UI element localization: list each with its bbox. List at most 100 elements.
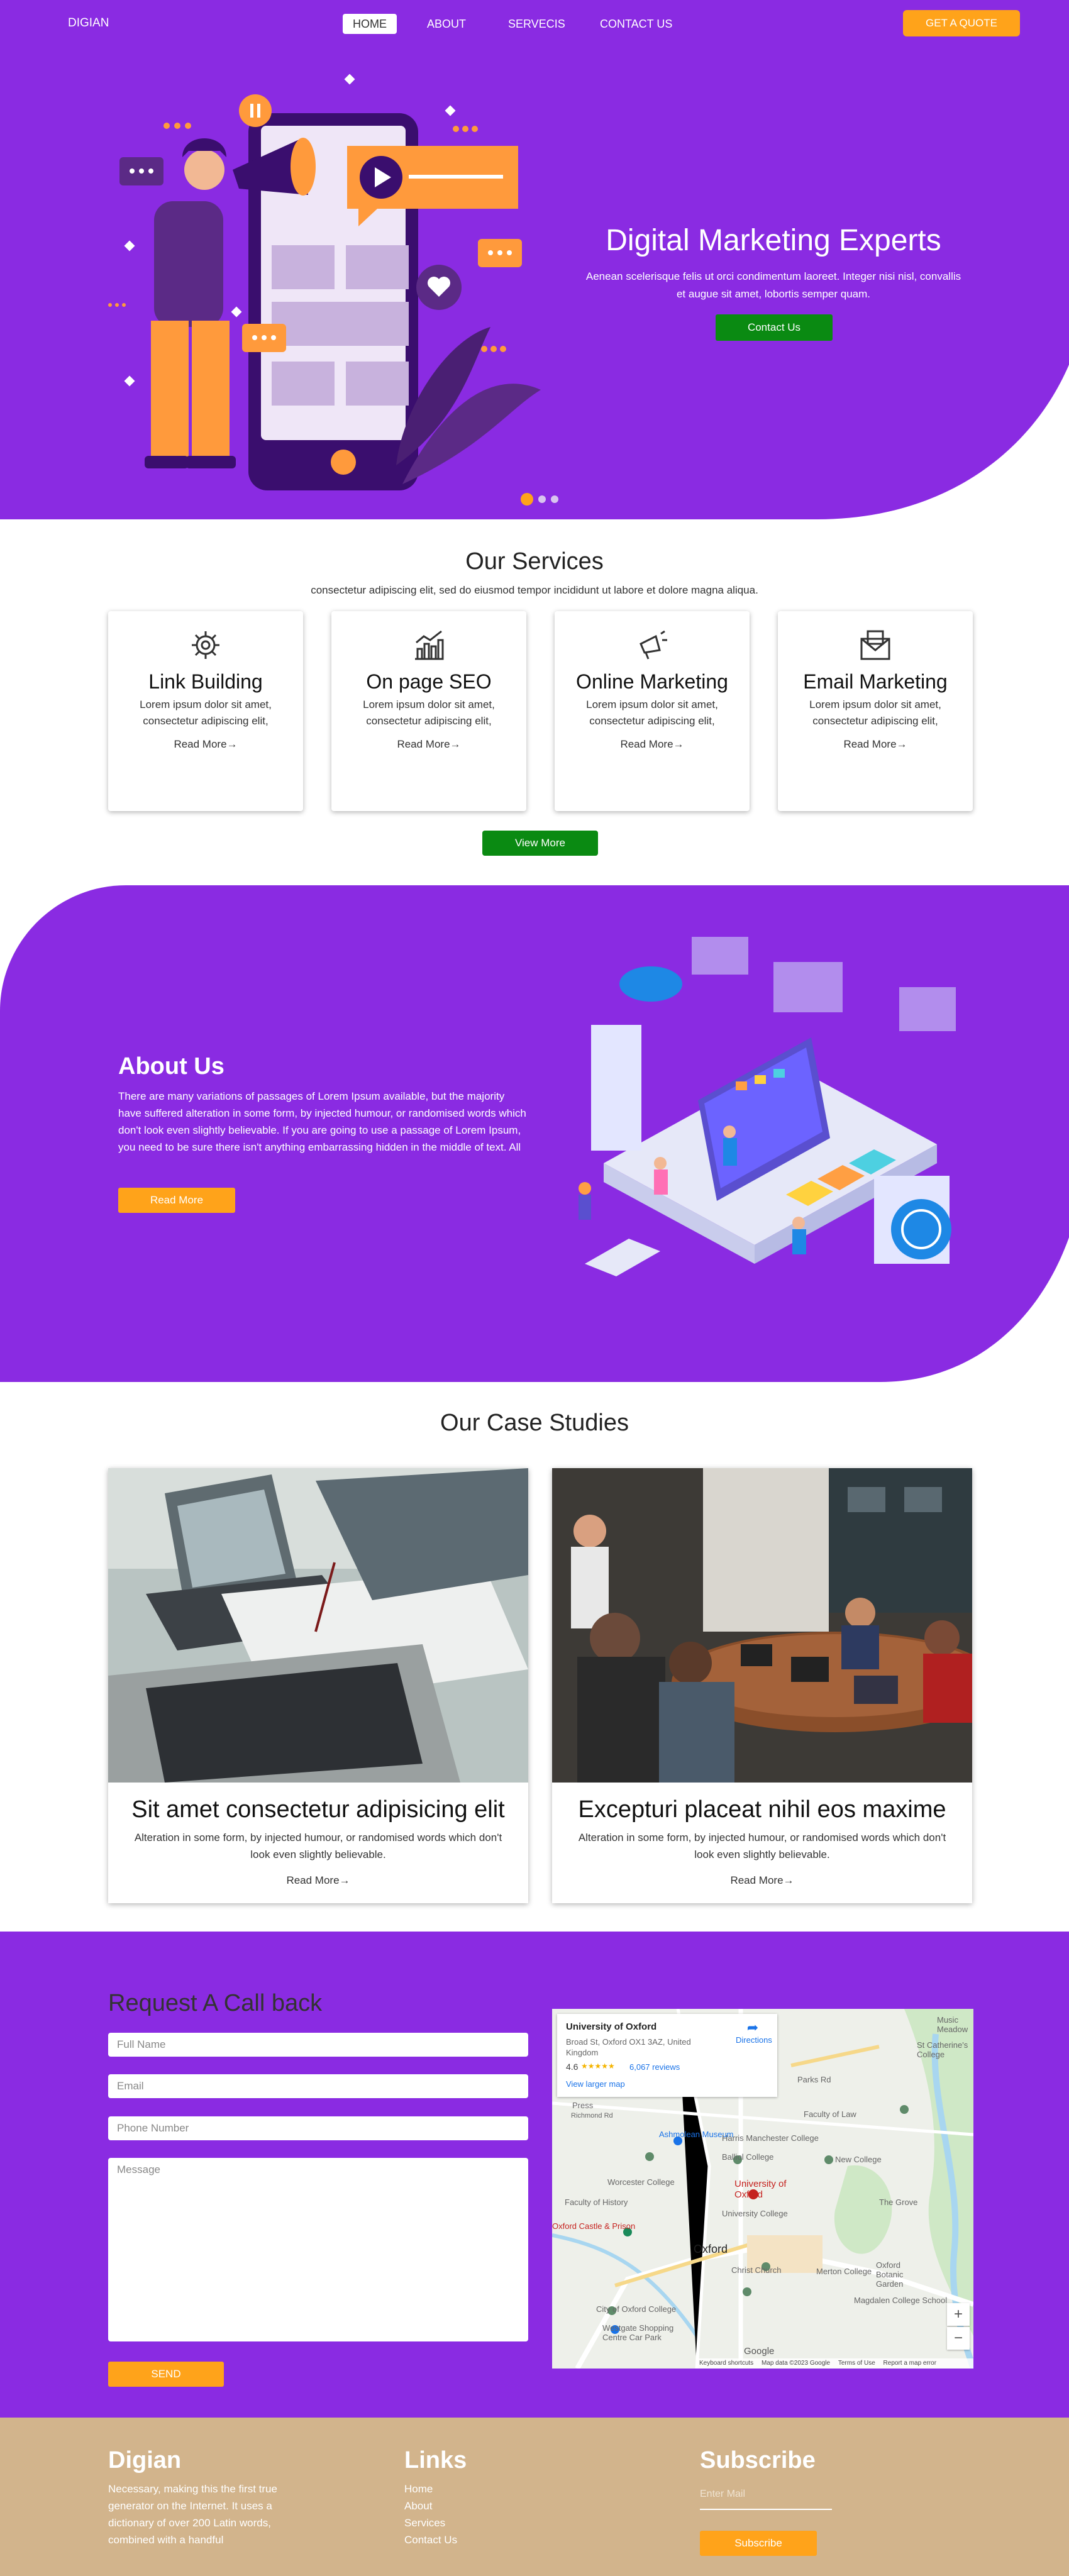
read-more-link[interactable]: Read More→ bbox=[555, 738, 750, 751]
map-label: Westgate Shopping Centre Car Park bbox=[602, 2323, 674, 2342]
service-card-email-marketing: Email Marketing Lorem ipsum dolor sit am… bbox=[778, 611, 973, 811]
case-study-text: Alteration in some form, by injected hum… bbox=[134, 1832, 502, 1860]
map-label: Faculty of Law bbox=[804, 2109, 856, 2119]
map-report-link[interactable]: Report a map error bbox=[883, 2360, 936, 2367]
footer-link-contact[interactable]: Contact Us bbox=[404, 2531, 457, 2548]
case-study-card-1: Sit amet consectetur adipisicing elit Al… bbox=[108, 1468, 528, 1903]
service-text: Lorem ipsum dolor sit amet, consectetur … bbox=[809, 699, 941, 727]
megaphone-icon bbox=[634, 627, 670, 663]
map-address: Broad St, Oxford OX1 3AZ, United Kingdom bbox=[566, 2037, 691, 2057]
phone-input[interactable]: Phone Number bbox=[108, 2116, 528, 2140]
case-study-title: Excepturi placeat nihil eos maxime bbox=[578, 1796, 946, 1823]
case-study-image-meeting bbox=[552, 1468, 972, 1783]
callback-title: Request A Call back bbox=[108, 1990, 323, 2016]
service-card-on-page-seo: On page SEO Lorem ipsum dolor sit amet, … bbox=[331, 611, 526, 811]
about-title: About Us bbox=[118, 1053, 224, 1080]
map-label: Magdalen College School bbox=[854, 2296, 948, 2305]
growth-chart-icon bbox=[411, 627, 446, 663]
map-footer: Keyboard shortcuts Map data ©2023 Google… bbox=[697, 2358, 973, 2369]
case-studies-title: Our Case Studies bbox=[440, 1410, 629, 1436]
service-title: Email Marketing bbox=[803, 670, 948, 693]
map-label: Balliol College bbox=[722, 2152, 774, 2162]
nav-contact[interactable]: CONTACT US bbox=[590, 14, 682, 34]
services-subtitle: consectetur adipiscing elit, sed do eius… bbox=[311, 584, 758, 596]
send-button[interactable]: SEND bbox=[108, 2362, 224, 2387]
message-textarea[interactable]: Message bbox=[108, 2158, 528, 2341]
nav-about[interactable]: ABOUT bbox=[417, 14, 476, 34]
map-label: City of Oxford College bbox=[596, 2304, 677, 2314]
map-label: Oxford Castle & Prison bbox=[552, 2221, 636, 2231]
map-reviews-link[interactable]: 6,067 reviews bbox=[629, 2062, 680, 2072]
map-info-card: University of Oxford Broad St, Oxford OX… bbox=[557, 2014, 777, 2097]
service-title: Online Marketing bbox=[576, 670, 728, 693]
directions-button[interactable]: ➦ Directions bbox=[736, 2020, 772, 2045]
read-more-link[interactable]: Read More→ bbox=[108, 1874, 528, 1887]
carousel-dot[interactable] bbox=[538, 495, 546, 503]
map-label: Oxford Botanic Garden bbox=[876, 2260, 904, 2289]
map-label: Richmond Rd bbox=[571, 2112, 613, 2120]
hero-illustration bbox=[108, 74, 541, 490]
directions-icon: ➦ bbox=[746, 2020, 759, 2035]
case-study-image-laptop-paperwork bbox=[108, 1468, 528, 1783]
footer-brand-text: Necessary, making this the first true ge… bbox=[108, 2483, 277, 2546]
service-title: On page SEO bbox=[366, 670, 492, 693]
nav-services[interactable]: SERVECIS bbox=[498, 14, 575, 34]
about-illustration bbox=[579, 937, 956, 1276]
hero-title: Digital Marketing Experts bbox=[606, 224, 941, 257]
full-name-input[interactable]: Full Name bbox=[108, 2033, 528, 2057]
map-label: Christ Church bbox=[731, 2265, 782, 2275]
about-read-more-button[interactable]: Read More bbox=[118, 1188, 235, 1213]
map-label: Harris Manchester College bbox=[722, 2133, 819, 2143]
embedded-map[interactable]: Ashmolean Museum Harris Manchester Colle… bbox=[552, 2009, 973, 2369]
map-label: Press bbox=[572, 2101, 594, 2110]
footer-brand: Digian bbox=[108, 2447, 182, 2474]
about-text: There are many variations of passages of… bbox=[118, 1090, 526, 1153]
read-more-link[interactable]: Read More→ bbox=[552, 1874, 972, 1887]
email-input[interactable]: Email bbox=[108, 2074, 528, 2098]
view-more-button[interactable]: View More bbox=[482, 831, 598, 856]
map-label: The Grove bbox=[879, 2197, 918, 2207]
case-study-card-2: Excepturi placeat nihil eos maxime Alter… bbox=[552, 1468, 972, 1903]
footer-link-about[interactable]: About bbox=[404, 2497, 432, 2514]
footer-link-home[interactable]: Home bbox=[404, 2480, 433, 2497]
google-logo: Google bbox=[744, 2346, 775, 2357]
map-place-name: University of Oxford bbox=[566, 2021, 657, 2032]
network-gear-icon bbox=[188, 627, 223, 663]
envelope-icon bbox=[858, 627, 893, 663]
carousel-dot-active[interactable] bbox=[521, 493, 533, 506]
service-card-link-building: Link Building Lorem ipsum dolor sit amet… bbox=[108, 611, 303, 811]
footer-subscribe-title: Subscribe bbox=[700, 2447, 816, 2474]
map-label: Oxford bbox=[694, 2243, 728, 2255]
read-more-link[interactable]: Read More→ bbox=[108, 738, 303, 751]
brand-logo[interactable]: DIGIAN bbox=[68, 16, 109, 30]
contact-us-button[interactable]: Contact Us bbox=[716, 314, 833, 341]
case-study-text: Alteration in some form, by injected hum… bbox=[578, 1832, 946, 1860]
map-rating: 4.6 bbox=[566, 2062, 579, 2072]
map-label: Music Meadow bbox=[937, 2015, 968, 2034]
map-zoom-in-button[interactable]: + bbox=[947, 2303, 970, 2326]
map-label: New College bbox=[835, 2155, 882, 2164]
map-data-credit: Map data ©2023 Google bbox=[761, 2360, 831, 2367]
carousel-dot[interactable] bbox=[551, 495, 558, 503]
map-label: University of Oxford bbox=[734, 2179, 787, 2200]
service-title: Link Building bbox=[148, 670, 263, 693]
get-quote-button[interactable]: GET A QUOTE bbox=[903, 10, 1020, 36]
footer-links-title: Links bbox=[404, 2447, 467, 2474]
service-text: Lorem ipsum dolor sit amet, consectetur … bbox=[586, 699, 718, 727]
read-more-link[interactable]: Read More→ bbox=[331, 738, 526, 751]
case-study-title: Sit amet consectetur adipisicing elit bbox=[131, 1796, 505, 1823]
nav-home[interactable]: HOME bbox=[343, 14, 397, 34]
subscribe-button[interactable]: Subscribe bbox=[700, 2531, 817, 2556]
map-zoom-out-button[interactable]: − bbox=[947, 2327, 970, 2350]
map-keyboard-shortcuts[interactable]: Keyboard shortcuts bbox=[699, 2360, 753, 2367]
map-terms-link[interactable]: Terms of Use bbox=[838, 2360, 875, 2367]
map-stars: ★★★★★ bbox=[581, 2062, 615, 2070]
view-larger-map-link[interactable]: View larger map bbox=[566, 2079, 625, 2089]
subscribe-email-input[interactable]: Enter Mail bbox=[700, 2489, 832, 2510]
map-label: University College bbox=[722, 2209, 788, 2218]
service-card-online-marketing: Online Marketing Lorem ipsum dolor sit a… bbox=[555, 611, 750, 811]
read-more-link[interactable]: Read More→ bbox=[778, 738, 973, 751]
services-title: Our Services bbox=[465, 548, 604, 575]
service-text: Lorem ipsum dolor sit amet, consectetur … bbox=[140, 699, 272, 727]
footer-link-services[interactable]: Services bbox=[404, 2514, 445, 2531]
